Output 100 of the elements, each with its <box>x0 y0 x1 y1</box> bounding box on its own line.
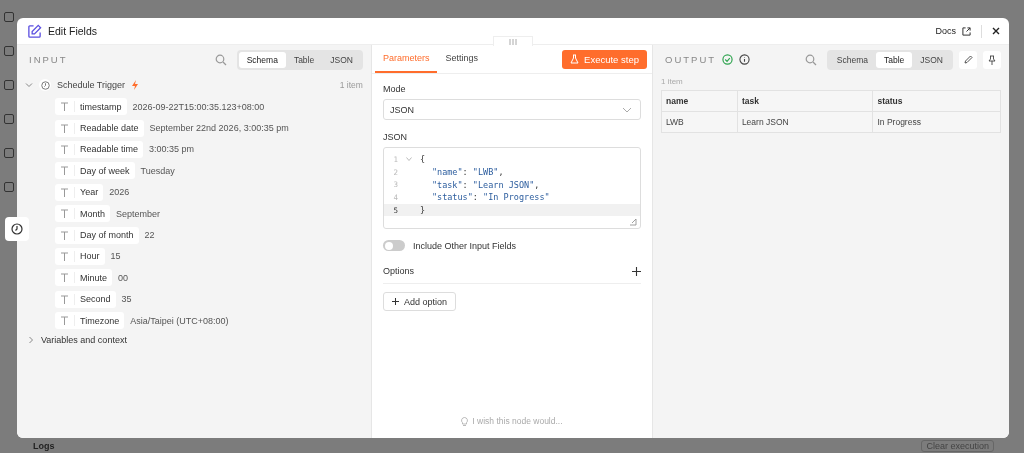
code-line: "status": "In Progress" <box>430 192 550 203</box>
column-header: task <box>737 90 873 112</box>
field-pill[interactable]: Readable time <box>55 140 144 158</box>
clock-icon <box>39 79 51 91</box>
lightbulb-icon <box>461 416 469 426</box>
dialog-title: Edit Fields <box>48 25 98 37</box>
view-tab[interactable]: Table <box>876 51 913 68</box>
sidebar-icon[interactable] <box>3 148 14 158</box>
view-tab[interactable]: Schema <box>238 51 286 68</box>
output-heading: OUTPUT <box>665 54 717 65</box>
fold-icon[interactable] <box>405 157 412 162</box>
panel-tab[interactable]: Settings <box>437 45 486 73</box>
toggle-label: Include Other Input Fields <box>412 240 516 251</box>
table-cell: In Progress <box>872 111 1001 133</box>
clock-button[interactable] <box>5 217 29 241</box>
field-name: timestamp <box>80 101 122 112</box>
field-name: Year <box>80 187 99 198</box>
resize-icon[interactable] <box>629 218 637 227</box>
column-header: name <box>661 90 738 112</box>
plus-icon[interactable] <box>632 266 641 276</box>
chevron-icon[interactable] <box>27 336 35 345</box>
field-pill[interactable]: Day of week <box>55 162 135 180</box>
search-icon[interactable] <box>804 53 817 66</box>
docs-link[interactable]: Docs <box>935 26 956 36</box>
view-tab[interactable]: Schema <box>828 51 876 68</box>
logs-label[interactable]: Logs <box>33 440 55 451</box>
field-value: Tuesday <box>140 165 175 176</box>
lightning-icon <box>131 80 140 90</box>
column-header: status <box>872 90 1001 112</box>
external-link-icon <box>962 26 971 36</box>
search-icon[interactable] <box>214 53 227 66</box>
field-name: Hour <box>80 251 100 262</box>
field-pill[interactable]: Day of month <box>55 226 139 244</box>
close-icon[interactable] <box>992 27 1000 35</box>
node-name: Schedule Trigger <box>57 80 126 90</box>
field-value: 00 <box>118 272 129 283</box>
table-cell: LWB <box>661 111 738 133</box>
clock-icon <box>11 223 23 235</box>
item-count: 1 item <box>660 76 684 88</box>
text-type-icon <box>60 123 69 133</box>
field-name: Minute <box>80 272 107 283</box>
field-pill[interactable]: Year <box>55 183 104 201</box>
code-line: } <box>419 205 425 216</box>
json-label: JSON <box>382 132 408 142</box>
text-type-icon <box>60 144 69 154</box>
code-line: { <box>419 154 425 165</box>
mode-label: Mode <box>382 84 407 94</box>
plus-icon <box>391 298 399 306</box>
text-type-icon <box>60 187 69 197</box>
field-name: Day of month <box>80 230 134 241</box>
field-pill[interactable]: Readable date <box>55 119 144 137</box>
table-cell: Learn JSON <box>737 111 873 133</box>
pin-button[interactable] <box>983 50 1001 69</box>
field-value: 22 <box>144 230 155 241</box>
sidebar-icon[interactable] <box>3 80 14 90</box>
field-value: 15 <box>110 251 121 262</box>
view-tab[interactable]: JSON <box>322 51 361 68</box>
sidebar-icon[interactable] <box>3 114 14 124</box>
text-type-icon <box>60 251 69 261</box>
text-type-icon <box>60 166 69 176</box>
field-pill[interactable]: Hour <box>55 247 105 265</box>
sidebar-icon[interactable] <box>3 12 14 22</box>
code-line: "task": "Learn JSON", <box>430 179 540 190</box>
field-value: 3:00:35 pm <box>149 144 195 155</box>
field-value: September 22nd 2026, 3:00:35 pm <box>149 123 289 134</box>
field-value: Asia/Taipei (UTC+08:00) <box>130 315 229 326</box>
pin-icon <box>988 54 996 65</box>
sidebar-icon[interactable] <box>3 46 14 56</box>
mode-select[interactable]: JSON <box>382 99 641 120</box>
toggle-switch[interactable] <box>382 240 405 252</box>
field-name: Day of week <box>80 165 130 176</box>
variables-label[interactable]: Variables and context <box>41 335 127 346</box>
view-tab[interactable]: Table <box>285 51 323 68</box>
sidebar-icon[interactable] <box>3 182 14 192</box>
view-tab[interactable]: JSON <box>912 51 951 68</box>
info-icon[interactable] <box>739 54 751 65</box>
add-option-button[interactable]: Add option <box>382 292 456 312</box>
flask-icon <box>570 54 580 64</box>
field-name: Second <box>80 294 111 305</box>
field-pill[interactable]: Timezone <box>55 312 125 330</box>
field-pill[interactable]: timestamp <box>55 98 127 116</box>
field-value: 2026-09-22T15:00:35.123+08:00 <box>132 101 265 112</box>
field-name: Readable date <box>80 123 139 134</box>
field-name: Readable time <box>80 144 139 155</box>
drag-handle[interactable] <box>492 36 533 46</box>
options-label: Options <box>382 266 414 277</box>
pencil-icon <box>963 55 973 64</box>
chevron-icon[interactable] <box>25 81 33 89</box>
field-pill[interactable]: Month <box>55 205 110 223</box>
field-value: September <box>116 208 161 219</box>
text-type-icon <box>60 209 69 219</box>
field-value: 35 <box>121 294 132 305</box>
edit-button[interactable] <box>959 50 977 69</box>
chevron-down-icon <box>622 106 632 113</box>
text-type-icon <box>60 316 69 326</box>
field-pill[interactable]: Minute <box>55 269 112 287</box>
field-pill[interactable]: Second <box>55 290 116 308</box>
text-type-icon <box>60 273 69 283</box>
text-type-icon <box>60 230 69 240</box>
field-name: Month <box>80 208 105 219</box>
